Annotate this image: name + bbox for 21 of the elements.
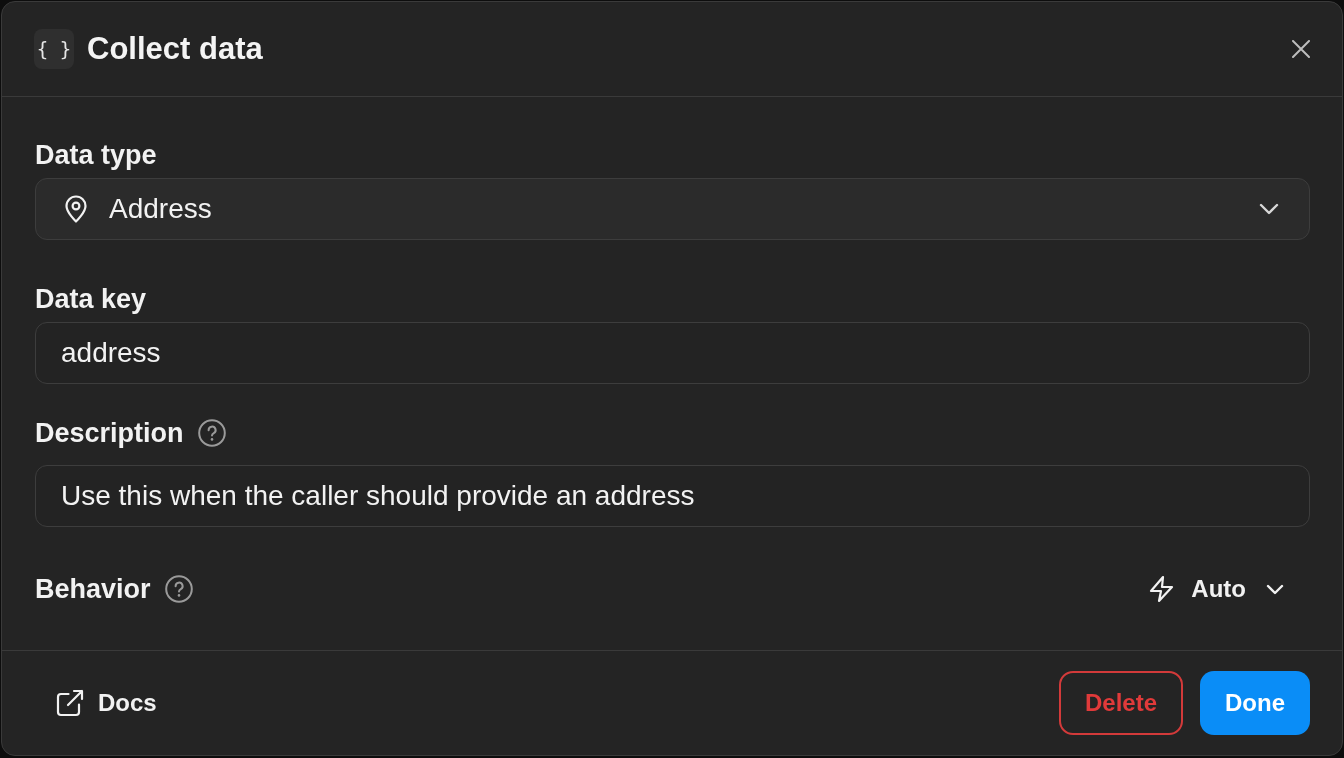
docs-link[interactable]: Docs [35, 671, 178, 735]
behavior-dropdown[interactable]: Auto [1134, 565, 1310, 613]
external-link-icon [56, 689, 84, 717]
help-icon[interactable] [164, 575, 193, 603]
delete-button[interactable]: Delete [1058, 671, 1183, 735]
field-label: Data key [35, 284, 147, 314]
chevron-down-icon [1259, 203, 1279, 215]
field-label: Behavior [35, 574, 151, 604]
chevron-down-icon [1266, 583, 1284, 595]
data-type-select[interactable]: Address [35, 178, 1310, 240]
text-input[interactable]: address [35, 322, 1310, 384]
map-pin-icon [64, 195, 88, 223]
field-label: Data type [35, 140, 157, 170]
lightning-bolt-icon [1148, 575, 1176, 603]
help-icon[interactable] [197, 419, 226, 447]
text-input[interactable]: Use this when the caller should provide an address [35, 465, 1310, 527]
field-label: Description [35, 418, 184, 448]
close-button[interactable] [1292, 40, 1310, 58]
close-icon [1292, 40, 1310, 58]
dialog-title: Collect data [87, 30, 263, 68]
braces-icon: { } [34, 29, 74, 69]
